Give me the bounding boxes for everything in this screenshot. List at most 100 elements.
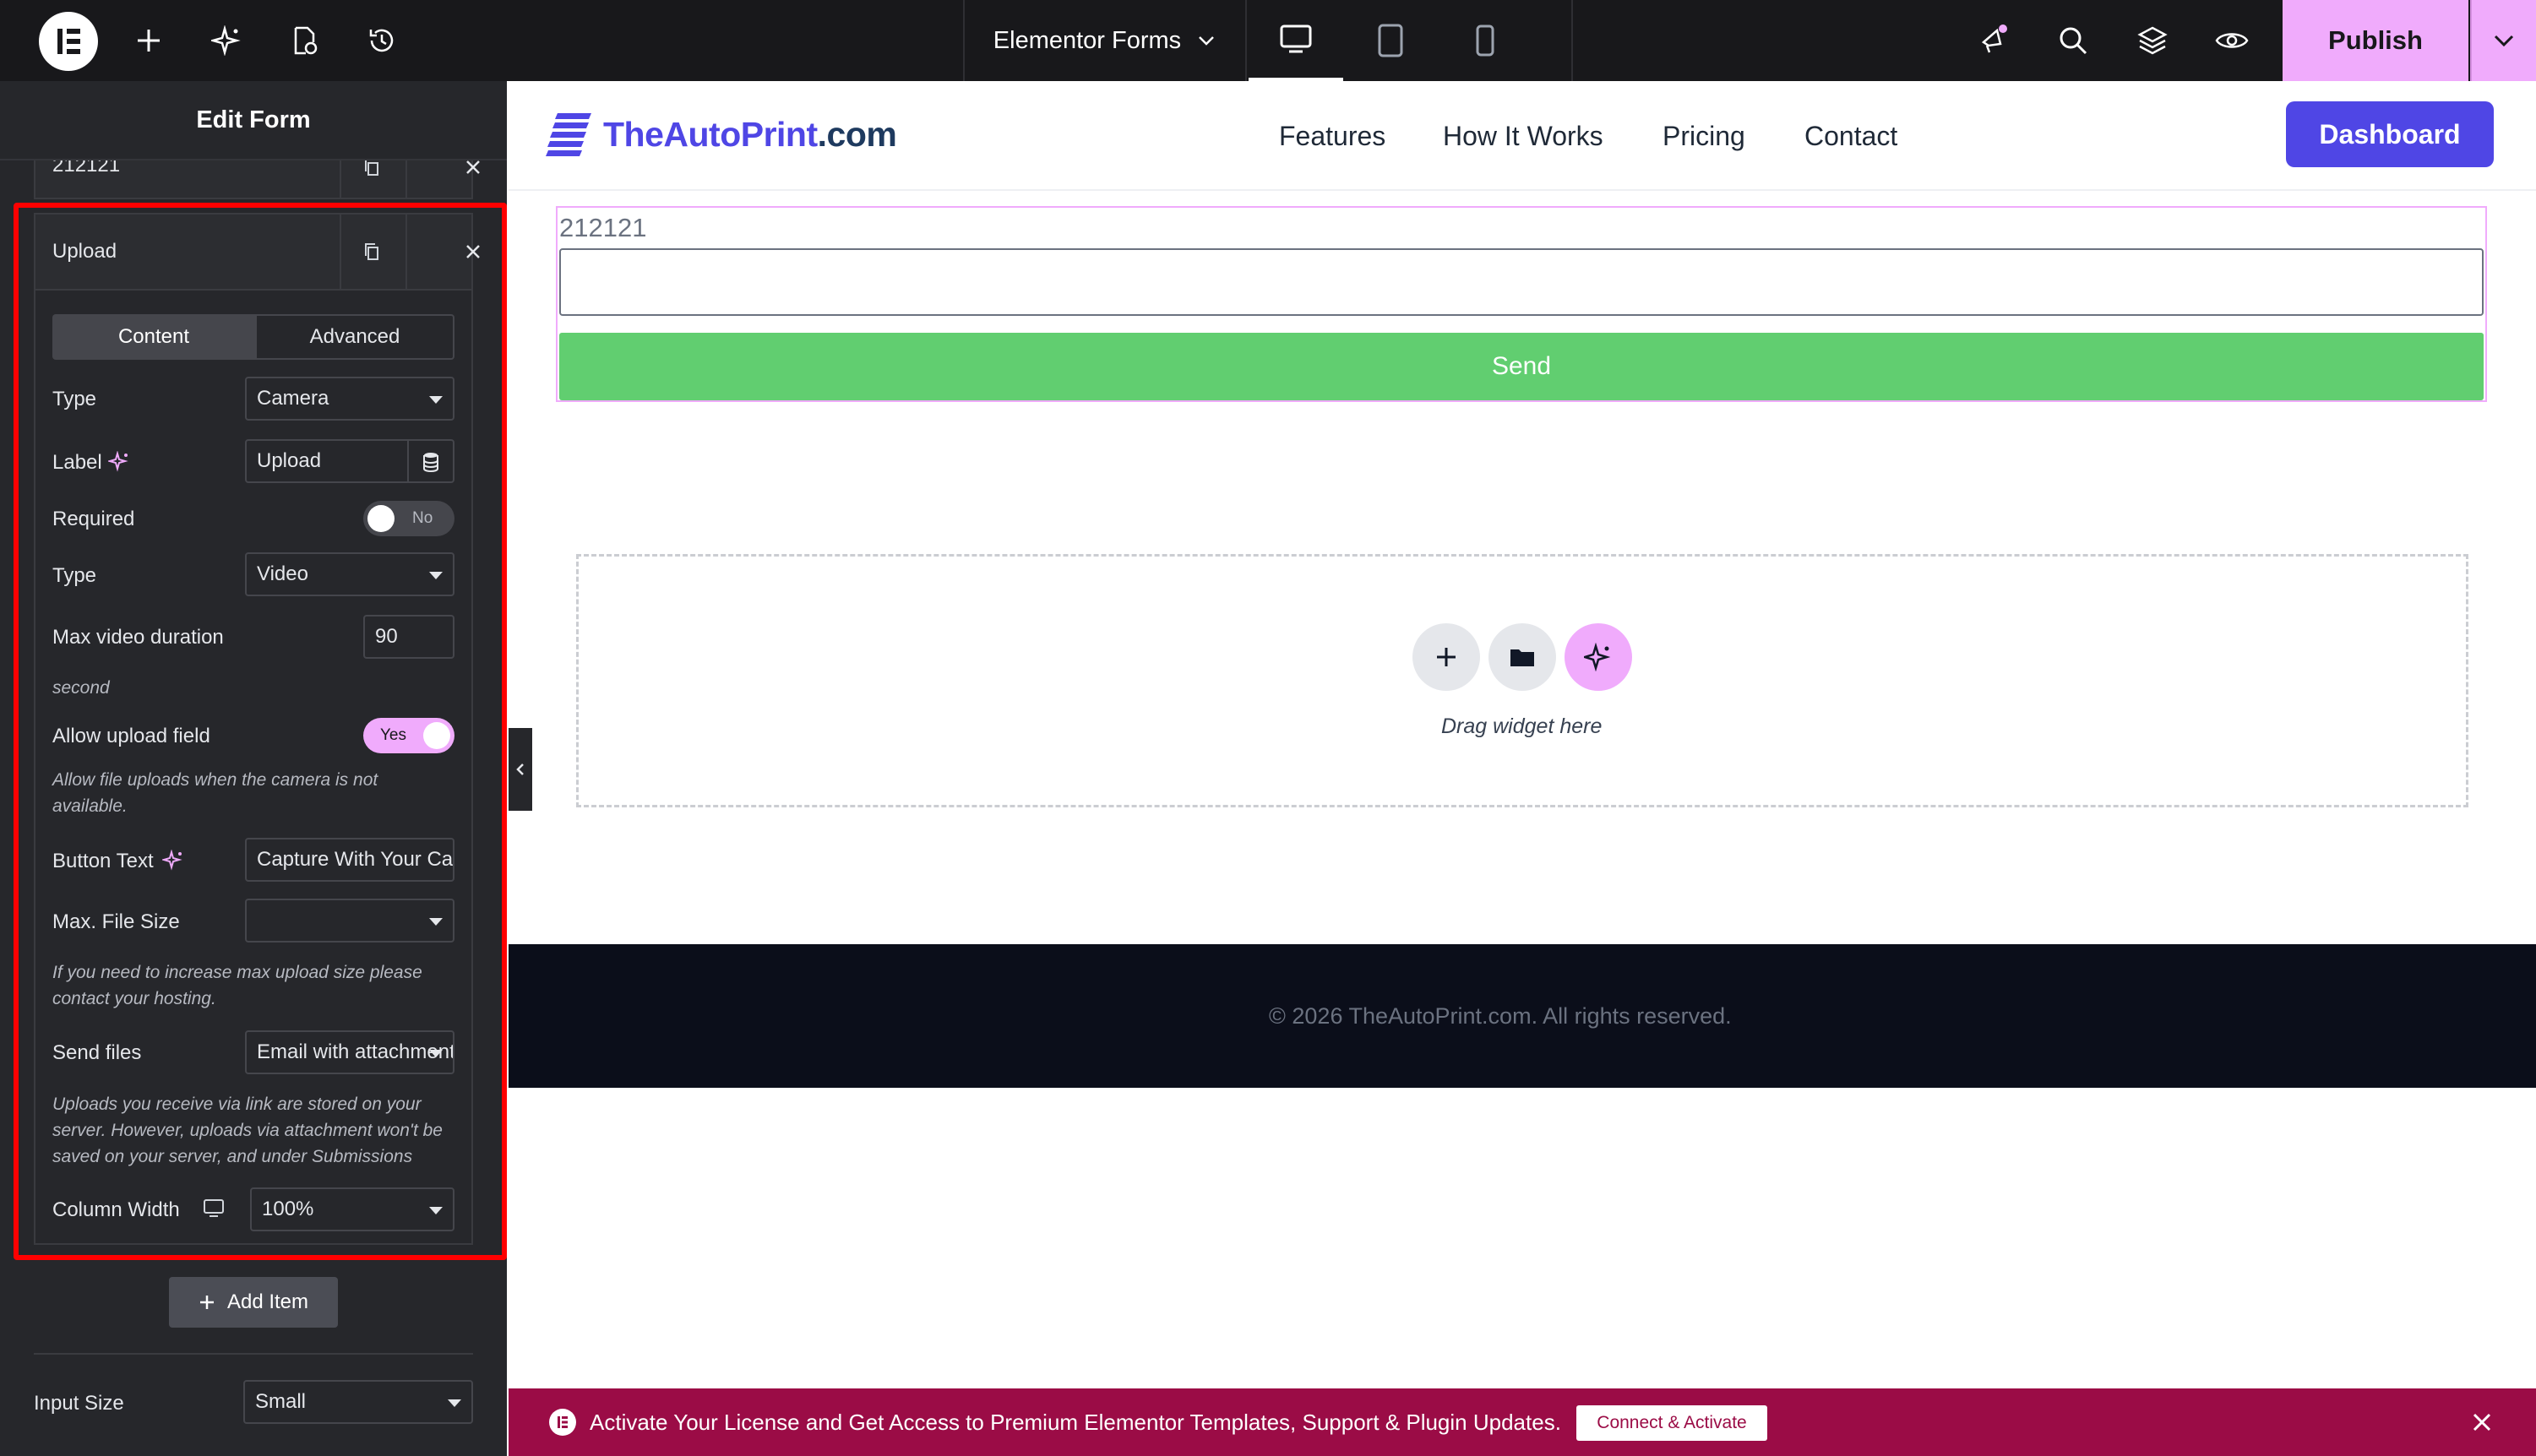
type-select[interactable]: Camera: [245, 377, 454, 421]
max-file-size-select[interactable]: [245, 899, 454, 943]
elementor-logo-icon[interactable]: [39, 12, 98, 71]
caret-down-icon: [429, 572, 443, 579]
sparkle-ai-icon[interactable]: [162, 850, 184, 872]
required-toggle[interactable]: No: [363, 501, 454, 536]
add-template-button[interactable]: [1488, 623, 1556, 691]
sparkle-ai-icon[interactable]: [204, 19, 248, 62]
add-item-button[interactable]: Add Item: [169, 1277, 338, 1328]
notifications-icon[interactable]: [1972, 19, 2016, 62]
caret-down-icon: [448, 1399, 461, 1407]
type-label: Type: [52, 388, 97, 410]
max-duration-value: 90: [375, 625, 398, 648]
allow-upload-note: Allow file uploads when the camera is no…: [52, 770, 378, 816]
database-icon[interactable]: [421, 451, 441, 473]
document-title: Elementor Forms: [993, 26, 1182, 54]
form-field-label: 212121: [559, 213, 647, 242]
label-input-value: Upload: [257, 449, 322, 472]
input-size-value: Small: [255, 1390, 307, 1413]
preview-eye-icon[interactable]: [2210, 19, 2254, 62]
panel-collapse-handle[interactable]: [509, 728, 532, 811]
elementor-logo-icon: [549, 1409, 576, 1436]
max-file-size-label: Max. File Size: [52, 910, 180, 933]
divider: [407, 441, 409, 481]
publish-options-button[interactable]: [2470, 0, 2536, 81]
input-size-label: Input Size: [34, 1392, 124, 1415]
copy-icon[interactable]: [362, 242, 382, 262]
button-text-label: Button Text: [52, 850, 154, 872]
divider: [340, 215, 341, 289]
form-item-title: Upload: [52, 240, 117, 263]
footer-copyright: © 2026 TheAutoPrint.com. All rights rese…: [1269, 1003, 1732, 1029]
caret-down-icon: [429, 918, 443, 926]
panel-title: Edit Form: [0, 81, 507, 160]
button-text-input[interactable]: Capture With Your Camera: [245, 838, 454, 882]
caret-down-icon: [429, 1050, 443, 1057]
allow-upload-label: Allow upload field: [52, 725, 210, 747]
column-width-select[interactable]: 100%: [250, 1187, 454, 1231]
nav-link-pricing[interactable]: Pricing: [1663, 121, 1745, 152]
tab-content[interactable]: Content: [52, 314, 255, 360]
add-section-button[interactable]: [1412, 623, 1480, 691]
layers-icon[interactable]: [2131, 19, 2174, 62]
add-item-label: Add Item: [226, 1290, 309, 1313]
sparkle-ai-icon[interactable]: [108, 451, 130, 473]
send-files-value: Email with attachment: [257, 1040, 454, 1063]
plus-icon: [199, 1296, 214, 1309]
type-select-value: Camera: [257, 387, 329, 410]
connect-activate-button[interactable]: Connect & Activate: [1576, 1405, 1767, 1441]
duration-unit: second: [52, 678, 110, 698]
plus-icon: [1437, 648, 1456, 666]
desktop-icon[interactable]: [1249, 0, 1343, 81]
form-item-header[interactable]: Upload: [34, 213, 480, 291]
media-type-value: Video: [257, 562, 308, 585]
send-files-note: Uploads you receive via link are stored …: [52, 1095, 443, 1166]
close-icon[interactable]: [463, 242, 483, 262]
document-title-dropdown[interactable]: Elementor Forms: [963, 0, 1247, 81]
sparkle-ai-icon: [1584, 643, 1611, 671]
required-label: Required: [52, 508, 135, 530]
publish-button[interactable]: Publish: [2283, 0, 2468, 81]
site-logo-tld: .com: [817, 115, 897, 154]
history-icon[interactable]: [360, 19, 404, 62]
max-duration-label: Max video duration: [52, 626, 224, 649]
send-button[interactable]: Send: [559, 333, 2484, 400]
mobile-icon[interactable]: [1438, 0, 1532, 81]
search-icon[interactable]: [2051, 19, 2095, 62]
toggle-knob: [367, 505, 395, 532]
plus-icon[interactable]: [127, 19, 171, 62]
site-logo-icon[interactable]: [546, 110, 593, 162]
form-field-input[interactable]: [559, 248, 2484, 316]
max-file-size-note: If you need to increase max upload size …: [52, 963, 422, 1008]
responsive-mode-switcher: [1249, 0, 1573, 81]
ai-generate-button[interactable]: [1565, 623, 1632, 691]
input-size-select[interactable]: Small: [243, 1380, 473, 1424]
nav-link-how-it-works[interactable]: How It Works: [1443, 121, 1603, 152]
nav-link-contact[interactable]: Contact: [1804, 121, 1897, 152]
site-logo-text[interactable]: TheAutoPrint.com: [603, 115, 897, 155]
button-text-value: Capture With Your Camera: [257, 848, 454, 871]
media-type-select[interactable]: Video: [245, 552, 454, 596]
toggle-knob: [423, 722, 450, 749]
dashboard-button[interactable]: Dashboard: [2286, 101, 2494, 167]
drop-zone-text: Drag widget here: [1441, 714, 1603, 738]
desktop-icon[interactable]: [203, 1198, 225, 1219]
tab-advanced[interactable]: Advanced: [255, 314, 454, 360]
chevron-down-icon: [2494, 35, 2514, 47]
allow-upload-state: Yes: [380, 726, 406, 744]
send-files-select[interactable]: Email with attachment: [245, 1030, 454, 1074]
tablet-icon[interactable]: [1343, 0, 1438, 81]
max-duration-input[interactable]: 90: [363, 615, 454, 659]
site-logo-name: TheAutoPrint: [603, 115, 818, 154]
divider: [405, 215, 407, 289]
close-icon[interactable]: [2470, 1410, 2494, 1434]
page-settings-icon[interactable]: [282, 19, 326, 62]
media-type-label: Type: [52, 564, 97, 587]
allow-upload-toggle[interactable]: Yes: [363, 718, 454, 753]
caret-down-icon: [429, 1207, 443, 1214]
collapse-arrow-icon: [516, 763, 524, 775]
nav-link-features[interactable]: Features: [1279, 121, 1385, 152]
column-width-value: 100%: [262, 1198, 314, 1220]
caret-down-icon: [429, 396, 443, 404]
label-label: Label: [52, 451, 102, 474]
column-width-label: Column Width: [52, 1198, 180, 1221]
